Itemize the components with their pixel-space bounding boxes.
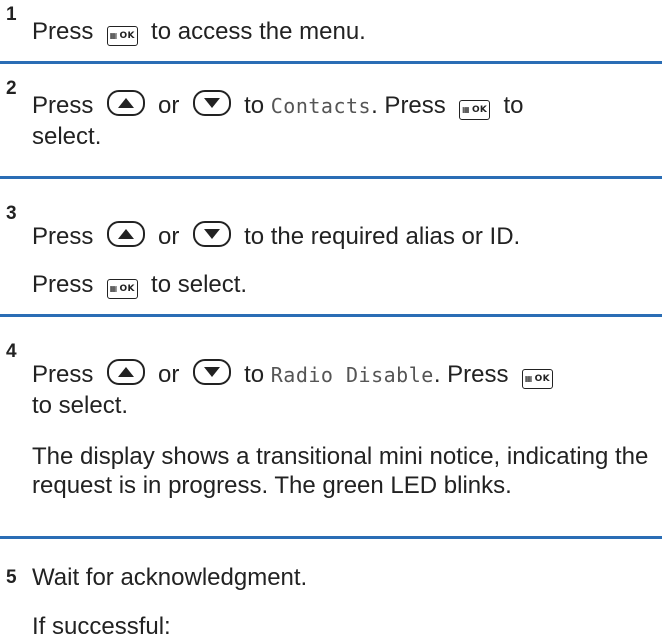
step-text: . Press — [371, 92, 446, 119]
step-note: The display shows a transitional mini no… — [32, 443, 649, 499]
menu-ok-button-icon: ▦ OK — [459, 100, 491, 120]
menu-ok-button-icon: ▦ OK — [106, 279, 138, 299]
step-text: Press — [32, 271, 94, 298]
step-number: 2 — [6, 78, 17, 99]
step-text: If successful: — [32, 613, 171, 640]
step-text: to select. — [32, 392, 129, 419]
menu-item-name: Contacts — [270, 94, 372, 118]
step-1: 1 Press ▦ OK to access the menu. — [0, 0, 662, 60]
step-text: select. — [32, 123, 102, 150]
up-arrow-button-icon — [106, 359, 145, 385]
down-arrow-button-icon — [192, 221, 231, 247]
step-text: or — [158, 223, 180, 250]
step-number: 4 — [6, 341, 17, 362]
step-number: 5 — [6, 567, 17, 588]
step-text: . Press — [433, 361, 509, 388]
step-text: Press — [32, 18, 94, 45]
step-text: Press — [32, 92, 94, 119]
step-number: 3 — [6, 203, 17, 224]
step-2: 2 Press or to Contacts. Press ▦ OK to sel… — [0, 64, 662, 174]
step-text: or — [158, 92, 180, 119]
step-text: to — [244, 92, 265, 119]
down-arrow-button-icon — [192, 359, 231, 385]
step-5: 5 Wait for acknowledgment. If successful… — [0, 539, 662, 641]
step-text: to the required alias or ID. — [244, 223, 521, 250]
menu-ok-button-icon: ▦ OK — [106, 26, 138, 46]
step-text: to — [503, 92, 524, 119]
step-number: 1 — [6, 4, 17, 25]
menu-item-name: Radio Disable — [270, 363, 434, 387]
step-text: to access the menu. — [151, 18, 366, 45]
menu-ok-button-icon: ▦ OK — [521, 369, 553, 389]
step-text: or — [158, 361, 180, 388]
step-4: 4 Press or to Radio Disable. Press ▦ OK t… — [0, 317, 662, 535]
step-text: to select. — [151, 271, 248, 298]
step-text: to — [244, 361, 265, 388]
step-3: 3 Press or to the required alias or ID. … — [0, 179, 662, 311]
up-arrow-button-icon — [106, 90, 145, 116]
down-arrow-button-icon — [192, 90, 231, 116]
step-text: Wait for acknowledgment. — [32, 564, 308, 591]
step-text: Press — [32, 361, 94, 388]
step-text: Press — [32, 223, 94, 250]
up-arrow-button-icon — [106, 221, 145, 247]
